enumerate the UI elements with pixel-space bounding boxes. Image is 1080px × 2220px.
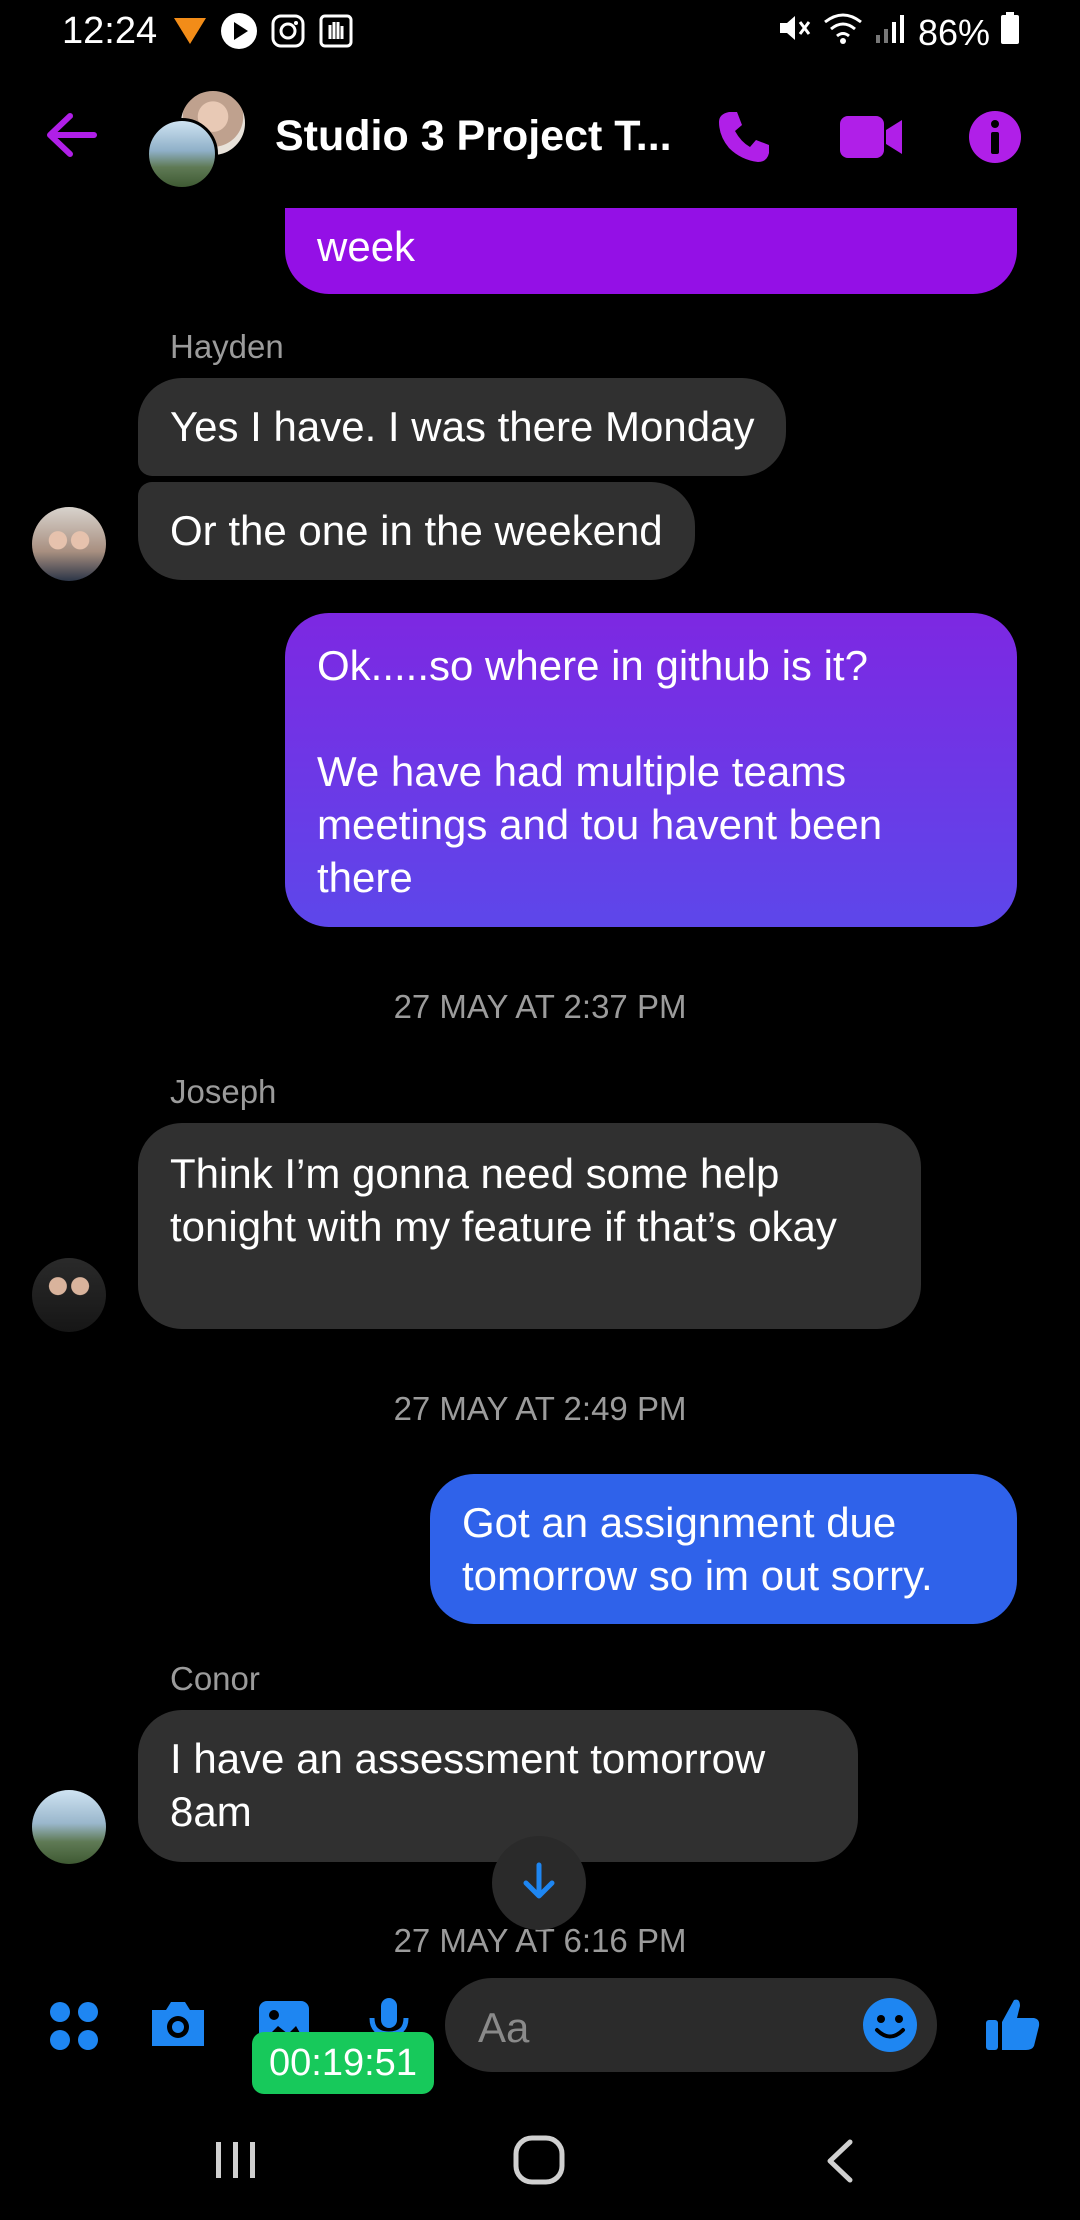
info-button[interactable]: [968, 110, 1022, 169]
group-avatar[interactable]: [146, 88, 250, 190]
camera-button[interactable]: [148, 1998, 208, 2055]
hand-icon: [318, 13, 354, 54]
incoming-message[interactable]: I have an assessment tomorrow 8am: [138, 1710, 858, 1862]
status-bar: 12:24 86%: [0, 0, 1080, 66]
home-button[interactable]: [512, 2134, 566, 2191]
back-button[interactable]: [44, 110, 98, 165]
outgoing-message[interactable]: Got an assignment due tomorrow so im out…: [430, 1474, 1017, 1624]
signal-icon: [874, 11, 908, 54]
incoming-message[interactable]: Think I’m gonna need some help tonight w…: [138, 1123, 921, 1329]
outgoing-message[interactable]: Ok.....so where in github is it? We have…: [285, 613, 1017, 927]
status-left-icons: [172, 12, 354, 55]
play-icon: [220, 12, 258, 55]
recents-button[interactable]: [212, 2138, 260, 2187]
outgoing-message[interactable]: week: [285, 208, 1017, 294]
nav-back-button[interactable]: [822, 2138, 858, 2189]
status-time: 12:24: [62, 10, 158, 52]
instagram-icon: [270, 13, 306, 54]
battery-icon: [1000, 11, 1020, 54]
sender-name: Joseph: [170, 1073, 277, 1110]
emoji-button[interactable]: [862, 1997, 918, 2058]
avatar: [146, 118, 218, 190]
status-right-icons: 86%: [776, 10, 1020, 55]
incoming-message[interactable]: Yes I have. I was there Monday: [138, 378, 787, 476]
more-actions-button[interactable]: [48, 2000, 100, 2057]
sender-name: Hayden: [170, 328, 284, 365]
arrow-down-icon: [520, 1861, 558, 1906]
battery-percent: 86%: [917, 11, 990, 53]
avatar[interactable]: [32, 1790, 106, 1864]
avatar[interactable]: [32, 1258, 106, 1332]
incoming-message[interactable]: Or the one in the weekend: [138, 482, 695, 580]
avatar[interactable]: [32, 507, 106, 581]
conversation-title[interactable]: Studio 3 Project T...: [275, 112, 672, 161]
scroll-to-bottom-button[interactable]: [492, 1836, 586, 1930]
like-button[interactable]: [984, 1994, 1042, 2059]
notification-app-icon: [172, 14, 208, 53]
recording-timer: 00:19:51: [252, 2032, 434, 2094]
wifi-icon: [822, 10, 864, 55]
sender-name: Conor: [170, 1660, 260, 1697]
mute-icon: [776, 10, 812, 55]
message-input-placeholder: Aa: [478, 2004, 530, 2051]
phone-call-button[interactable]: [715, 108, 773, 171]
video-call-button[interactable]: [838, 114, 904, 165]
timestamp: 27 MAY AT 2:49 PM: [393, 1390, 687, 1427]
timestamp: 27 MAY AT 2:37 PM: [393, 988, 687, 1025]
